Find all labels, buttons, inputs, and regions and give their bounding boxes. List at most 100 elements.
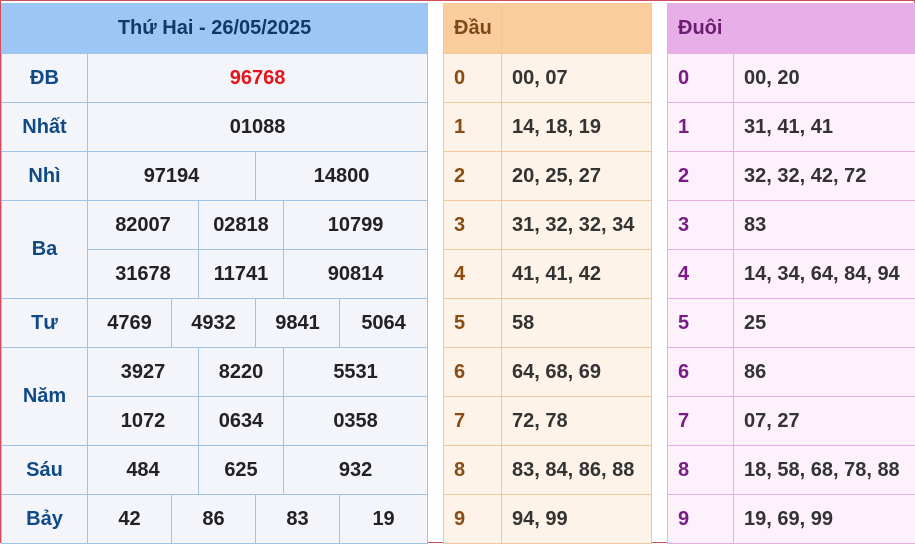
prize-value-nam-3: 5531 bbox=[284, 348, 428, 397]
prize-row-bay: Bảy 42 86 83 19 bbox=[2, 495, 428, 544]
dau-row: 000, 07 bbox=[444, 54, 652, 103]
duoi-row: 131, 41, 41 bbox=[668, 103, 915, 152]
duoi-value: 31, 41, 41 bbox=[734, 103, 915, 152]
dau-value: 58 bbox=[502, 299, 652, 348]
duoi-value: 25 bbox=[734, 299, 915, 348]
results-header-row: Thứ Hai - 26/05/2025 bbox=[2, 4, 428, 54]
prize-value-ba-2: 02818 bbox=[199, 201, 284, 250]
dau-value: 72, 78 bbox=[502, 397, 652, 446]
prize-value-nhi-1: 97194 bbox=[88, 152, 256, 201]
dau-key: 0 bbox=[444, 54, 502, 103]
duoi-key: 1 bbox=[668, 103, 734, 152]
dau-header-row: Đầu bbox=[444, 4, 652, 54]
dau-key: 9 bbox=[444, 495, 502, 544]
dau-value: 14, 18, 19 bbox=[502, 103, 652, 152]
prize-row-db: ĐB 96768 bbox=[2, 54, 428, 103]
dau-row: 664, 68, 69 bbox=[444, 348, 652, 397]
prize-value-ba-1: 82007 bbox=[88, 201, 199, 250]
dau-value: 64, 68, 69 bbox=[502, 348, 652, 397]
duoi-row: 707, 27 bbox=[668, 397, 915, 446]
dau-key: 1 bbox=[444, 103, 502, 152]
dau-key: 8 bbox=[444, 446, 502, 495]
prize-label-nhi: Nhì bbox=[2, 152, 88, 201]
prize-value-nam-2: 8220 bbox=[199, 348, 284, 397]
dau-value: 31, 32, 32, 34 bbox=[502, 201, 652, 250]
dau-key: 5 bbox=[444, 299, 502, 348]
duoi-header: Đuôi bbox=[668, 4, 734, 54]
dau-header-blank bbox=[502, 4, 652, 54]
dau-row: 114, 18, 19 bbox=[444, 103, 652, 152]
dau-value: 41, 41, 42 bbox=[502, 250, 652, 299]
dau-row: 883, 84, 86, 88 bbox=[444, 446, 652, 495]
duoi-value: 18, 58, 68, 78, 88 bbox=[734, 446, 915, 495]
duoi-value: 07, 27 bbox=[734, 397, 915, 446]
prize-value-nhi-2: 14800 bbox=[256, 152, 428, 201]
prize-value-bay-2: 86 bbox=[172, 495, 256, 544]
prize-label-nhat: Nhất bbox=[2, 103, 88, 152]
dau-value: 20, 25, 27 bbox=[502, 152, 652, 201]
dau-row: 220, 25, 27 bbox=[444, 152, 652, 201]
prize-label-db: ĐB bbox=[2, 54, 88, 103]
prize-row-nam-1: Năm 3927 8220 5531 bbox=[2, 348, 428, 397]
duoi-row: 919, 69, 99 bbox=[668, 495, 915, 544]
prize-row-nhi: Nhì 97194 14800 bbox=[2, 152, 428, 201]
duoi-row: 000, 20 bbox=[668, 54, 915, 103]
dau-header: Đầu bbox=[444, 4, 502, 54]
dau-value: 00, 07 bbox=[502, 54, 652, 103]
prize-row-tu: Tư 4769 4932 9841 5064 bbox=[2, 299, 428, 348]
duoi-value: 19, 69, 99 bbox=[734, 495, 915, 544]
prize-value-nam-1: 3927 bbox=[88, 348, 199, 397]
prize-value-bay-1: 42 bbox=[88, 495, 172, 544]
duoi-value: 14, 34, 64, 84, 94 bbox=[734, 250, 915, 299]
prize-label-ba: Ba bbox=[2, 201, 88, 299]
dau-row: 558 bbox=[444, 299, 652, 348]
prize-row-nhat: Nhất 01088 bbox=[2, 103, 428, 152]
duoi-value: 83 bbox=[734, 201, 915, 250]
duoi-row: 232, 32, 42, 72 bbox=[668, 152, 915, 201]
prize-value-tu-3: 9841 bbox=[256, 299, 340, 348]
duoi-key: 2 bbox=[668, 152, 734, 201]
prize-value-bay-3: 83 bbox=[256, 495, 340, 544]
duoi-value: 86 bbox=[734, 348, 915, 397]
prize-value-tu-2: 4932 bbox=[172, 299, 256, 348]
duoi-key: 6 bbox=[668, 348, 734, 397]
prize-value-tu-1: 4769 bbox=[88, 299, 172, 348]
dau-key: 6 bbox=[444, 348, 502, 397]
duoi-key: 5 bbox=[668, 299, 734, 348]
prize-value-sau-1: 484 bbox=[88, 446, 199, 495]
prize-value-db: 96768 bbox=[88, 54, 428, 103]
duoi-row: 525 bbox=[668, 299, 915, 348]
dau-row: 994, 99 bbox=[444, 495, 652, 544]
prize-value-nhat: 01088 bbox=[88, 103, 428, 152]
prize-value-nam-4: 1072 bbox=[88, 397, 199, 446]
duoi-key: 9 bbox=[668, 495, 734, 544]
prize-value-bay-4: 19 bbox=[340, 495, 428, 544]
prize-row-sau: Sáu 484 625 932 bbox=[2, 446, 428, 495]
prize-value-sau-3: 932 bbox=[284, 446, 428, 495]
duoi-row: 686 bbox=[668, 348, 915, 397]
dau-value: 94, 99 bbox=[502, 495, 652, 544]
dau-key: 4 bbox=[444, 250, 502, 299]
duoi-key: 0 bbox=[668, 54, 734, 103]
duoi-key: 3 bbox=[668, 201, 734, 250]
prize-label-nam: Năm bbox=[2, 348, 88, 446]
duoi-header-blank bbox=[734, 4, 915, 54]
duoi-key: 8 bbox=[668, 446, 734, 495]
duoi-key: 7 bbox=[668, 397, 734, 446]
dau-row: 772, 78 bbox=[444, 397, 652, 446]
prize-value-ba-6: 90814 bbox=[284, 250, 428, 299]
prize-value-nam-5: 0634 bbox=[199, 397, 284, 446]
duoi-value: 32, 32, 42, 72 bbox=[734, 152, 915, 201]
results-table: Thứ Hai - 26/05/2025 ĐB 96768 Nhất 01088… bbox=[1, 3, 428, 544]
prize-value-tu-4: 5064 bbox=[340, 299, 428, 348]
prize-row-ba-1: Ba 82007 02818 10799 bbox=[2, 201, 428, 250]
prize-value-sau-2: 625 bbox=[199, 446, 284, 495]
duoi-key: 4 bbox=[668, 250, 734, 299]
date-title: Thứ Hai - 26/05/2025 bbox=[2, 4, 428, 54]
duoi-row: 414, 34, 64, 84, 94 bbox=[668, 250, 915, 299]
duoi-table: Đuôi 000, 20 131, 41, 41 232, 32, 42, 72… bbox=[667, 3, 915, 544]
duoi-row: 383 bbox=[668, 201, 915, 250]
dau-table: Đầu 000, 07 114, 18, 19 220, 25, 27 331,… bbox=[443, 3, 652, 544]
prize-label-tu: Tư bbox=[2, 299, 88, 348]
prize-value-nam-6: 0358 bbox=[284, 397, 428, 446]
